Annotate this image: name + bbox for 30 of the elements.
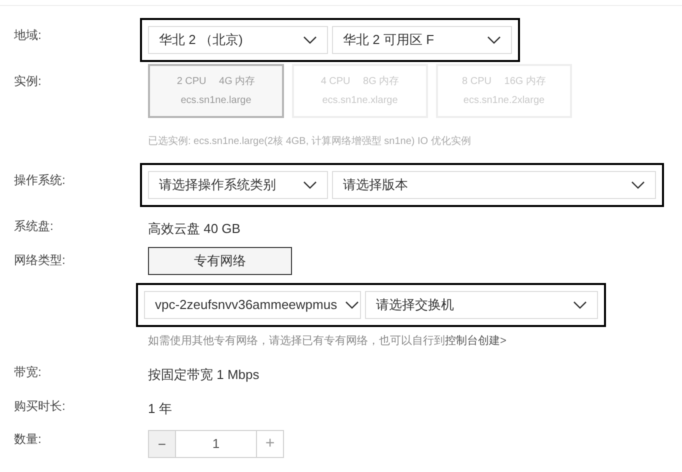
dropdown-select[interactable]: 请选择操作系统类别	[148, 171, 328, 199]
chevron-down-icon	[303, 181, 317, 189]
quantity-value: 1	[211, 435, 221, 454]
field-label: 操作系统:	[14, 172, 66, 189]
dropdown-select[interactable]: 华北 2 （北京)	[148, 26, 328, 54]
dropdown-select[interactable]: 华北 2 可用区 F	[332, 26, 512, 54]
dropdown-select[interactable]: vpc-2zeufsnvv36ammeewpmus	[144, 290, 361, 318]
field-label: 数量:	[14, 431, 42, 448]
console-link[interactable]: 控制台创建>	[445, 334, 506, 346]
chevron-down-icon	[303, 36, 317, 44]
instance-note: 已选实例: ecs.sn1ne.large(2核 4GB, 计算网络增强型 sn1ne) IO 优化实例	[148, 134, 472, 149]
field-label: 地域:	[14, 27, 42, 44]
quantity-stepper[interactable]: − 1 +	[148, 430, 284, 458]
chevron-down-icon	[345, 300, 360, 308]
field-label: 系统盘:	[14, 218, 54, 235]
network-type-button[interactable]: 专有网络	[148, 246, 292, 274]
field-label: 购买时长:	[14, 398, 66, 414]
field-value: 按固定带宽 1 Mbps	[148, 366, 260, 384]
field-label: 网络类型:	[14, 252, 66, 268]
field-value: 1 年	[148, 400, 172, 418]
dropdown-select[interactable]: 请选择交换机	[365, 290, 598, 318]
dropdown-select[interactable]: 请选择版本	[332, 171, 656, 199]
minus-button[interactable]: −	[149, 431, 176, 457]
field-value: 高效云盘 40 GB	[148, 220, 240, 238]
field-label: 实例:	[14, 73, 42, 90]
hint-text: 如需使用其他专有网络，请选择已有专有网络，也可以自行到	[148, 334, 445, 346]
chevron-down-icon	[573, 300, 587, 308]
chevron-down-icon	[487, 36, 501, 44]
chevron-down-icon	[631, 181, 645, 189]
field-label: 带宽:	[14, 364, 42, 381]
